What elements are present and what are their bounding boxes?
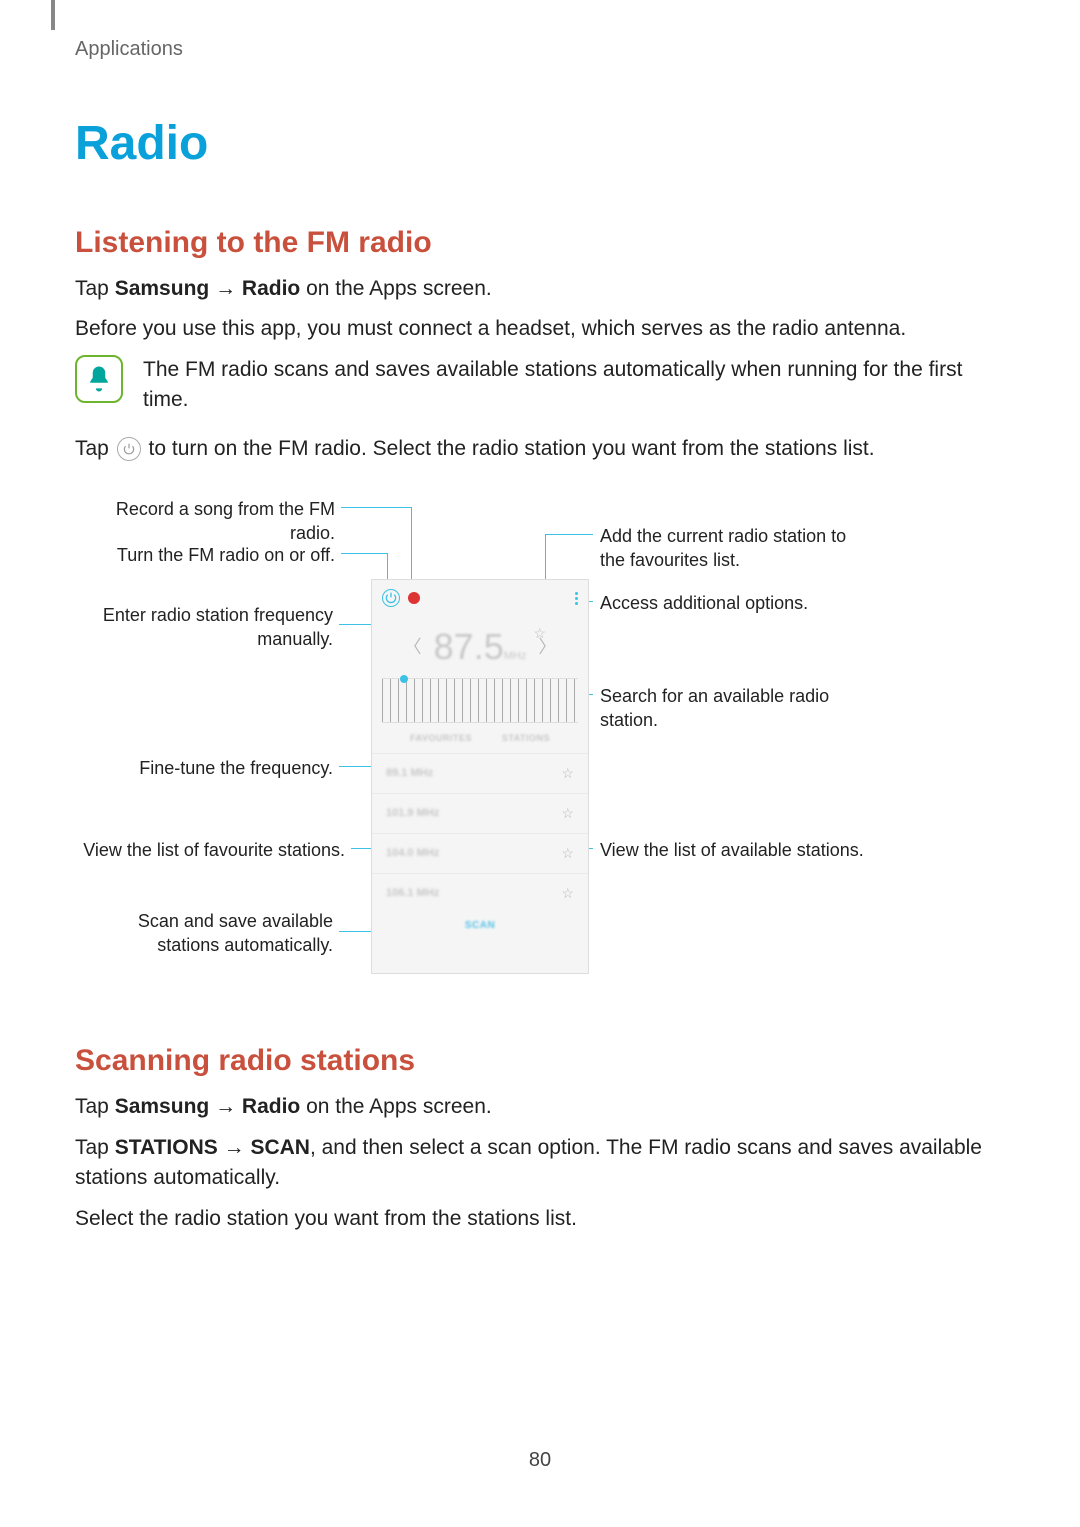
list-item: 101.9 MHz☆ <box>372 793 588 833</box>
page-number: 80 <box>0 1449 1080 1472</box>
list-item: 106.1 MHz☆ <box>372 873 588 913</box>
frequency-display: 87.5 <box>434 626 504 667</box>
callout-addfav: Add the current radio station to the fav… <box>600 524 860 573</box>
text: Tap <box>75 1136 115 1159</box>
paragraph: Tap Samsung → Radio on the Apps screen. <box>75 1092 1005 1122</box>
callout-toggle: Turn the FM radio on or off. <box>75 543 335 567</box>
text: on the Apps screen. <box>300 1095 491 1118</box>
section-heading-listening: Listening to the FM radio <box>75 226 1005 260</box>
star-icon: ☆ <box>533 624 546 643</box>
phone-mock: 〈 87.5MHz 〉 ☆ FAVOURITES STATIONS 89.1 M… <box>371 579 589 974</box>
star-icon: ☆ <box>561 884 574 903</box>
chevron-left-icon: 〈 <box>404 635 422 659</box>
text-bold: SCAN <box>250 1136 310 1159</box>
text: → <box>209 277 242 300</box>
bell-icon <box>75 355 123 403</box>
power-icon <box>117 437 141 461</box>
callout-manual: Enter radio station frequency manually. <box>75 603 333 652</box>
text-bold: Radio <box>242 277 300 300</box>
callout-record: Record a song from the FM radio. <box>75 497 335 546</box>
star-icon: ☆ <box>561 844 574 863</box>
text-bold: Samsung <box>115 277 210 300</box>
tab-stations: STATIONS <box>502 732 550 744</box>
text: → <box>209 1095 242 1118</box>
list-item: 104.0 MHz☆ <box>372 833 588 873</box>
callout-favlist: View the list of favourite stations. <box>75 838 345 862</box>
paragraph: Before you use this app, you must connec… <box>75 314 1005 344</box>
text-bold: Samsung <box>115 1095 210 1118</box>
more-options-icon <box>575 592 578 605</box>
page-title: Radio <box>75 116 1005 171</box>
section-heading-scanning: Scanning radio stations <box>75 1044 1005 1078</box>
paragraph: Tap to turn on the FM radio. Select the … <box>75 434 1005 464</box>
note-text: The FM radio scans and saves available s… <box>143 355 1005 416</box>
text: Tap <box>75 1095 115 1118</box>
callout-options: Access additional options. <box>600 591 860 615</box>
paragraph: Tap STATIONS → SCAN, and then select a s… <box>75 1133 1005 1194</box>
station-list: 89.1 MHz☆ 101.9 MHz☆ 104.0 MHz☆ 106.1 MH… <box>372 753 588 913</box>
dial-indicator-icon <box>400 675 408 683</box>
record-icon <box>408 592 420 604</box>
breadcrumb: Applications <box>75 38 1005 61</box>
text: to turn on the FM radio. Select the radi… <box>143 437 875 460</box>
paragraph: Select the radio station you want from t… <box>75 1204 1005 1234</box>
list-item: 89.1 MHz☆ <box>372 753 588 793</box>
note-block: The FM radio scans and saves available s… <box>75 355 1005 416</box>
text: Tap <box>75 277 115 300</box>
callout-search: Search for an available radio station. <box>600 684 860 733</box>
scan-button: SCAN <box>372 913 588 939</box>
callout-available: View the list of available stations. <box>600 838 890 862</box>
power-icon <box>382 589 400 607</box>
radio-diagram: Record a song from the FM radio. Turn th… <box>75 489 1005 989</box>
paragraph: Tap Samsung → Radio on the Apps screen. <box>75 274 1005 304</box>
star-icon: ☆ <box>561 764 574 783</box>
text: → <box>218 1136 251 1159</box>
tab-favourites: FAVOURITES <box>410 732 472 744</box>
frequency-unit: MHz <box>504 650 527 662</box>
text-bold: Radio <box>242 1095 300 1118</box>
star-icon: ☆ <box>561 804 574 823</box>
callout-finetune: Fine-tune the frequency. <box>75 756 333 780</box>
callout-scan: Scan and save available stations automat… <box>75 909 333 958</box>
text: Tap <box>75 437 115 460</box>
text: on the Apps screen. <box>300 277 491 300</box>
text-bold: STATIONS <box>115 1136 218 1159</box>
frequency-dial <box>382 678 578 723</box>
